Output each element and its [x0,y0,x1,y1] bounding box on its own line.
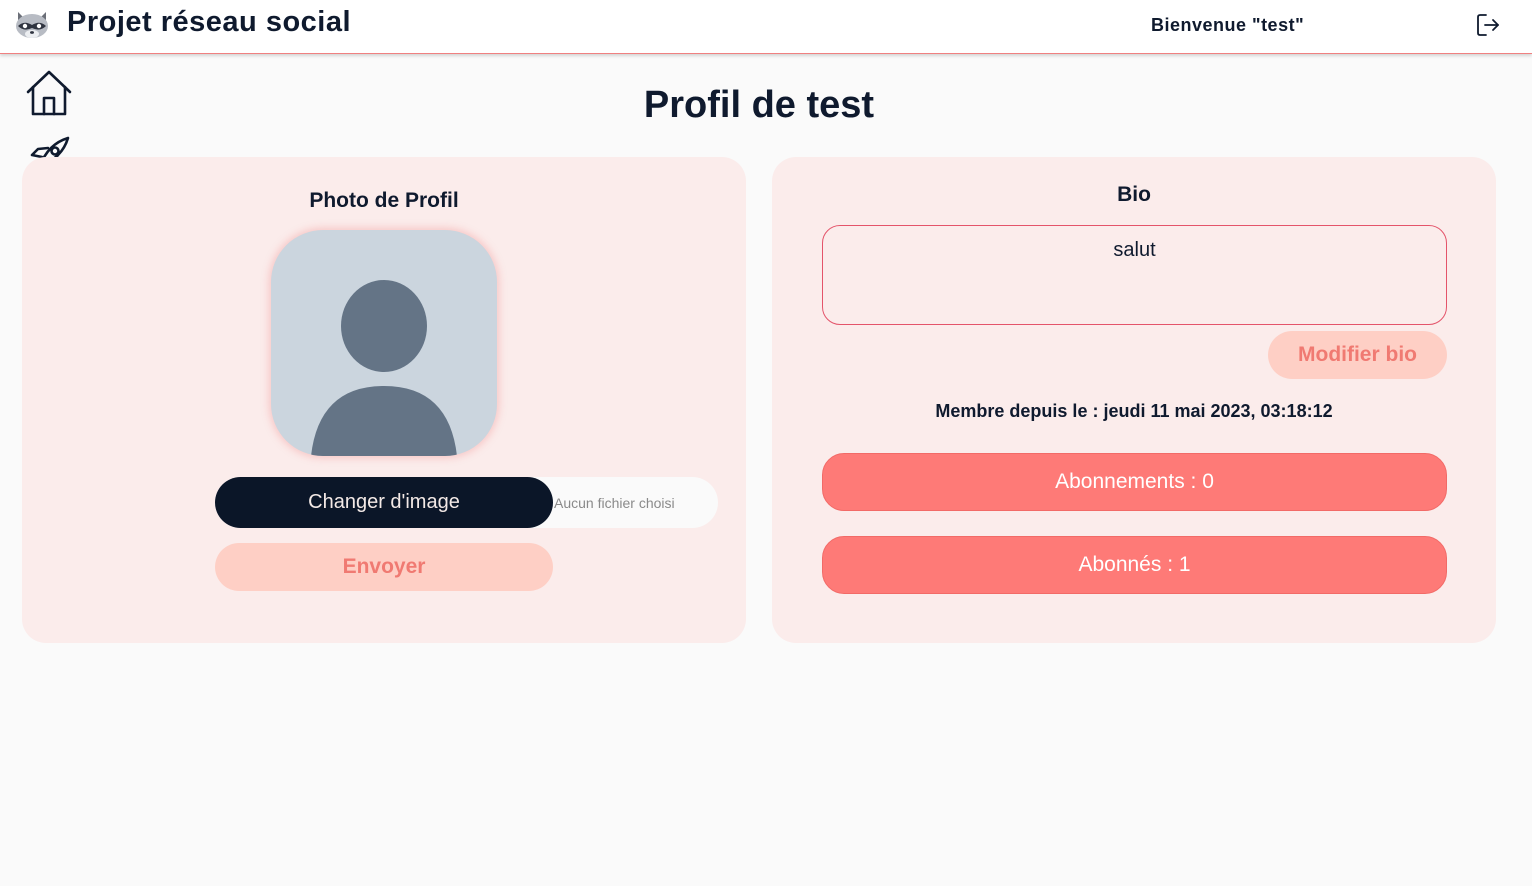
logout-icon[interactable] [1474,11,1502,39]
following-button[interactable]: Abonnements : 0 [822,453,1447,511]
send-button[interactable]: Envoyer [215,543,553,591]
file-status: Aucun fichier choisi [554,495,675,511]
bio-textarea[interactable]: salut [822,225,1447,325]
photo-heading: Photo de Profil [309,189,459,212]
change-image-button[interactable]: Changer d'image [215,477,553,528]
bio-heading: Bio [1117,183,1151,206]
profile-photo-card: Photo de Profil Changer d'image Aucun fi… [22,157,746,643]
edit-bio-button[interactable]: Modifier bio [1268,331,1447,379]
file-input[interactable]: Changer d'image Aucun fichier choisi [215,477,718,528]
raccoon-logo [12,6,52,42]
page-title: Profil de test [643,84,875,126]
followers-button[interactable]: Abonnés : 1 [822,536,1447,594]
bio-card: Bio salut Modifier bio Membre depuis le … [772,157,1496,643]
top-header: Projet réseau social Bienvenue "test" [0,0,1532,54]
welcome-message: Bienvenue "test" [1151,15,1305,35]
member-since: Membre depuis le : jeudi 11 mai 2023, 03… [935,401,1333,421]
avatar [271,230,497,456]
app-title: Projet réseau social [67,6,352,38]
